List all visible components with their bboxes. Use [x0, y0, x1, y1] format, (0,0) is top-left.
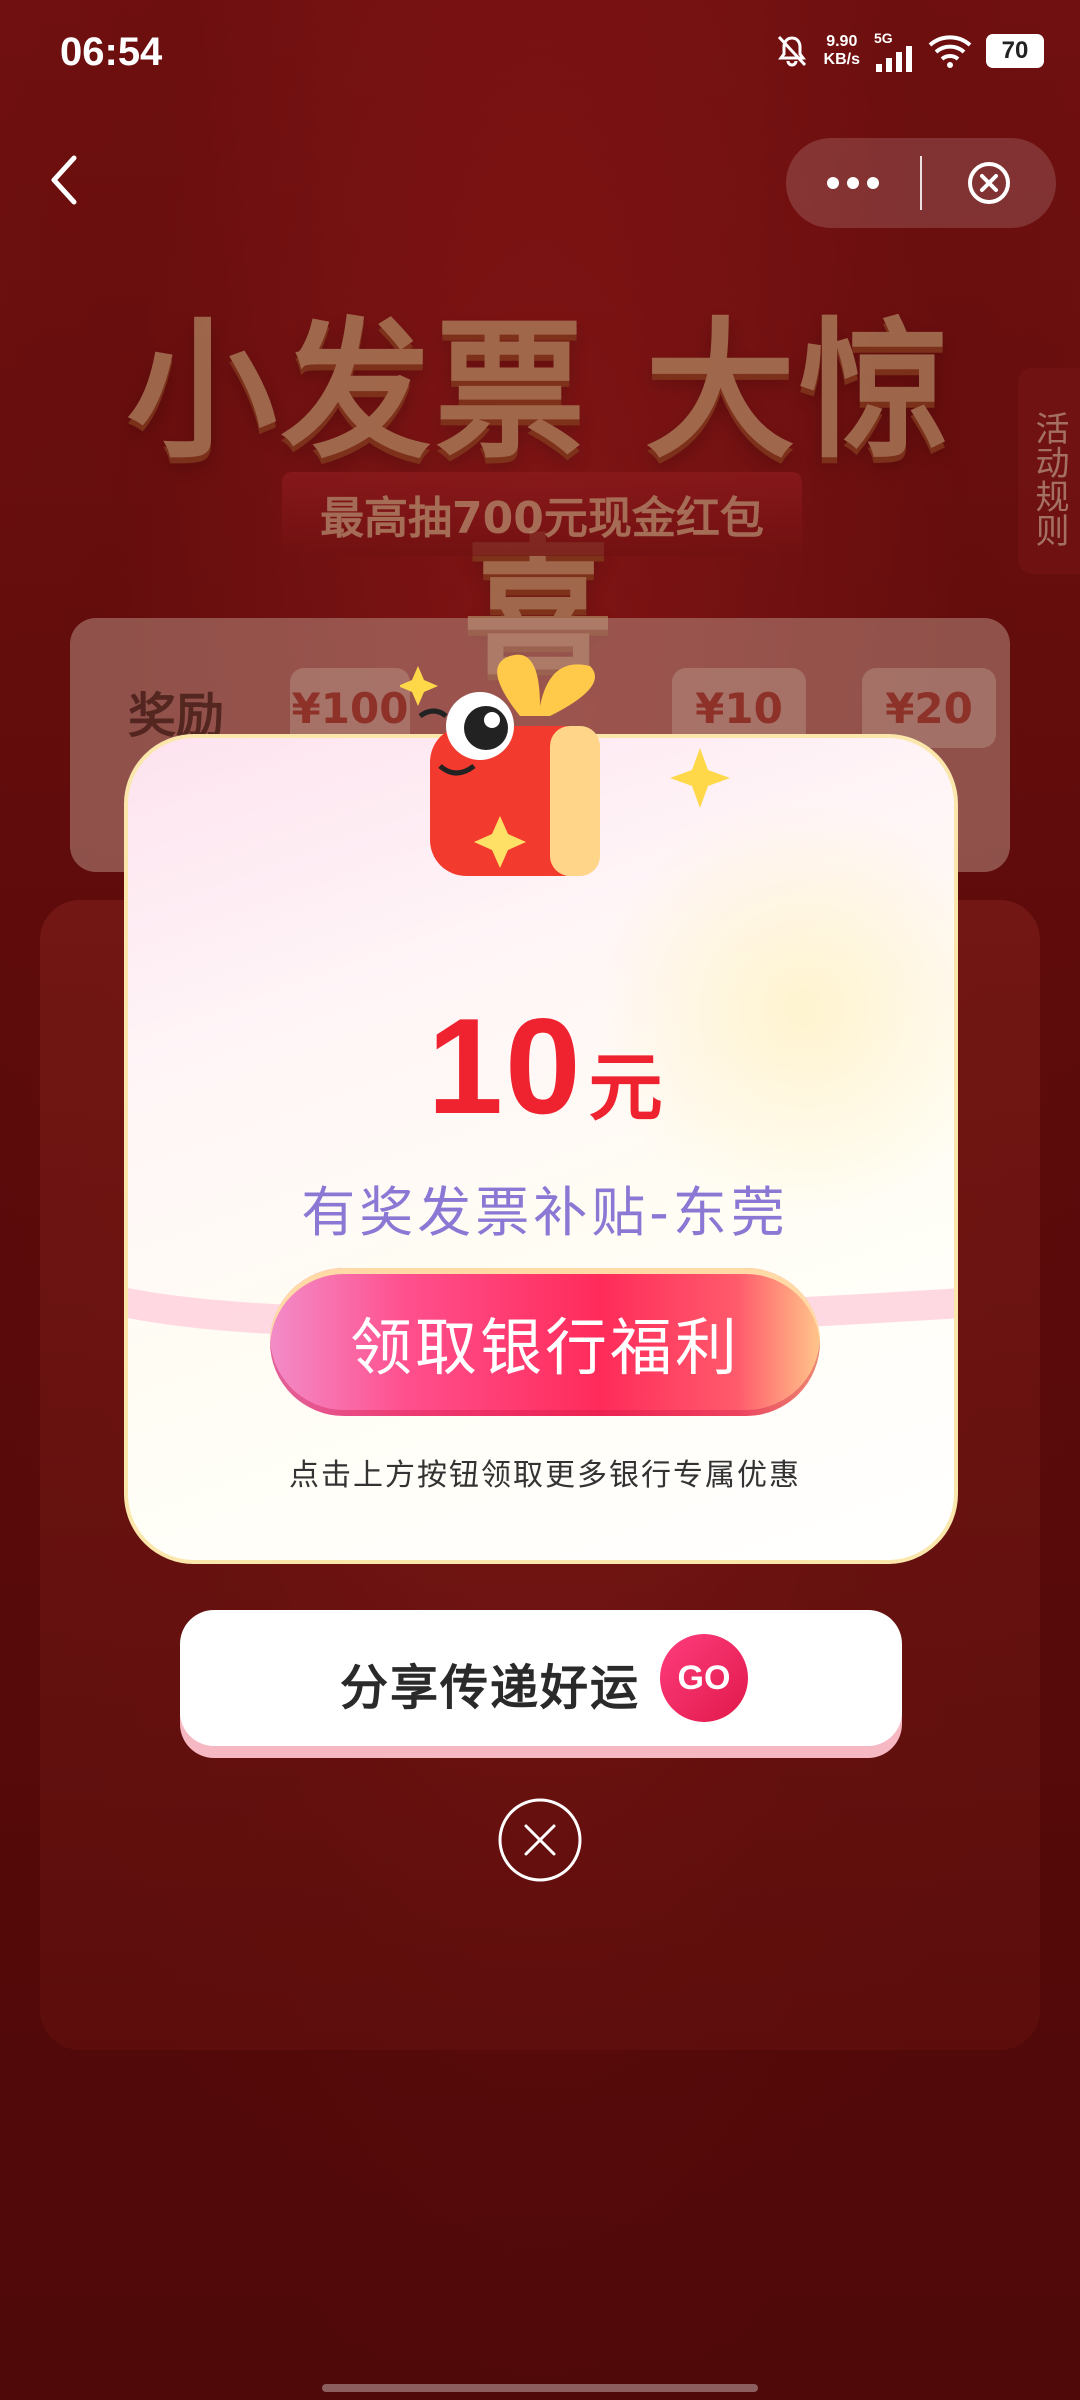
share-luck-bar[interactable]: 分享传递好运 GO	[180, 1610, 902, 1746]
close-circle-icon	[968, 162, 1010, 204]
signal-indicator: 5G	[874, 30, 914, 72]
dismiss-popup-icon[interactable]	[497, 1797, 583, 1883]
more-dots-icon	[827, 177, 879, 189]
miniapp-capsule	[786, 138, 1056, 228]
subsidy-name: 有奖发票补贴-东莞	[301, 1181, 789, 1244]
gift-box-icon	[400, 654, 600, 876]
mute-bell-icon	[777, 35, 806, 67]
sparkle-icon	[670, 748, 730, 808]
back-icon[interactable]	[44, 150, 84, 210]
status-bar: 06:54 9.90 KB/s 5G 70	[0, 0, 1080, 110]
share-label: 分享传递好运	[340, 1660, 641, 1716]
home-indicator[interactable]	[322, 2384, 758, 2392]
signal-bars-icon	[876, 46, 912, 72]
amount-unit: 元	[588, 1045, 663, 1131]
network-speed: 9.90 KB/s	[823, 33, 860, 68]
go-button[interactable]: GO	[660, 1634, 748, 1722]
battery-indicator: 70	[986, 34, 1044, 68]
more-button[interactable]	[786, 138, 920, 228]
reward-amount: 10元	[128, 988, 954, 1144]
wifi-icon	[928, 35, 972, 68]
claim-bank-benefit-button[interactable]: 领取银行福利	[270, 1268, 820, 1416]
amount-value: 10	[427, 990, 583, 1142]
close-miniapp-button[interactable]	[922, 138, 1056, 228]
claim-hint: 点击上方按钮领取更多银行专属优惠	[289, 1458, 801, 1493]
status-time: 06:54	[60, 30, 163, 74]
